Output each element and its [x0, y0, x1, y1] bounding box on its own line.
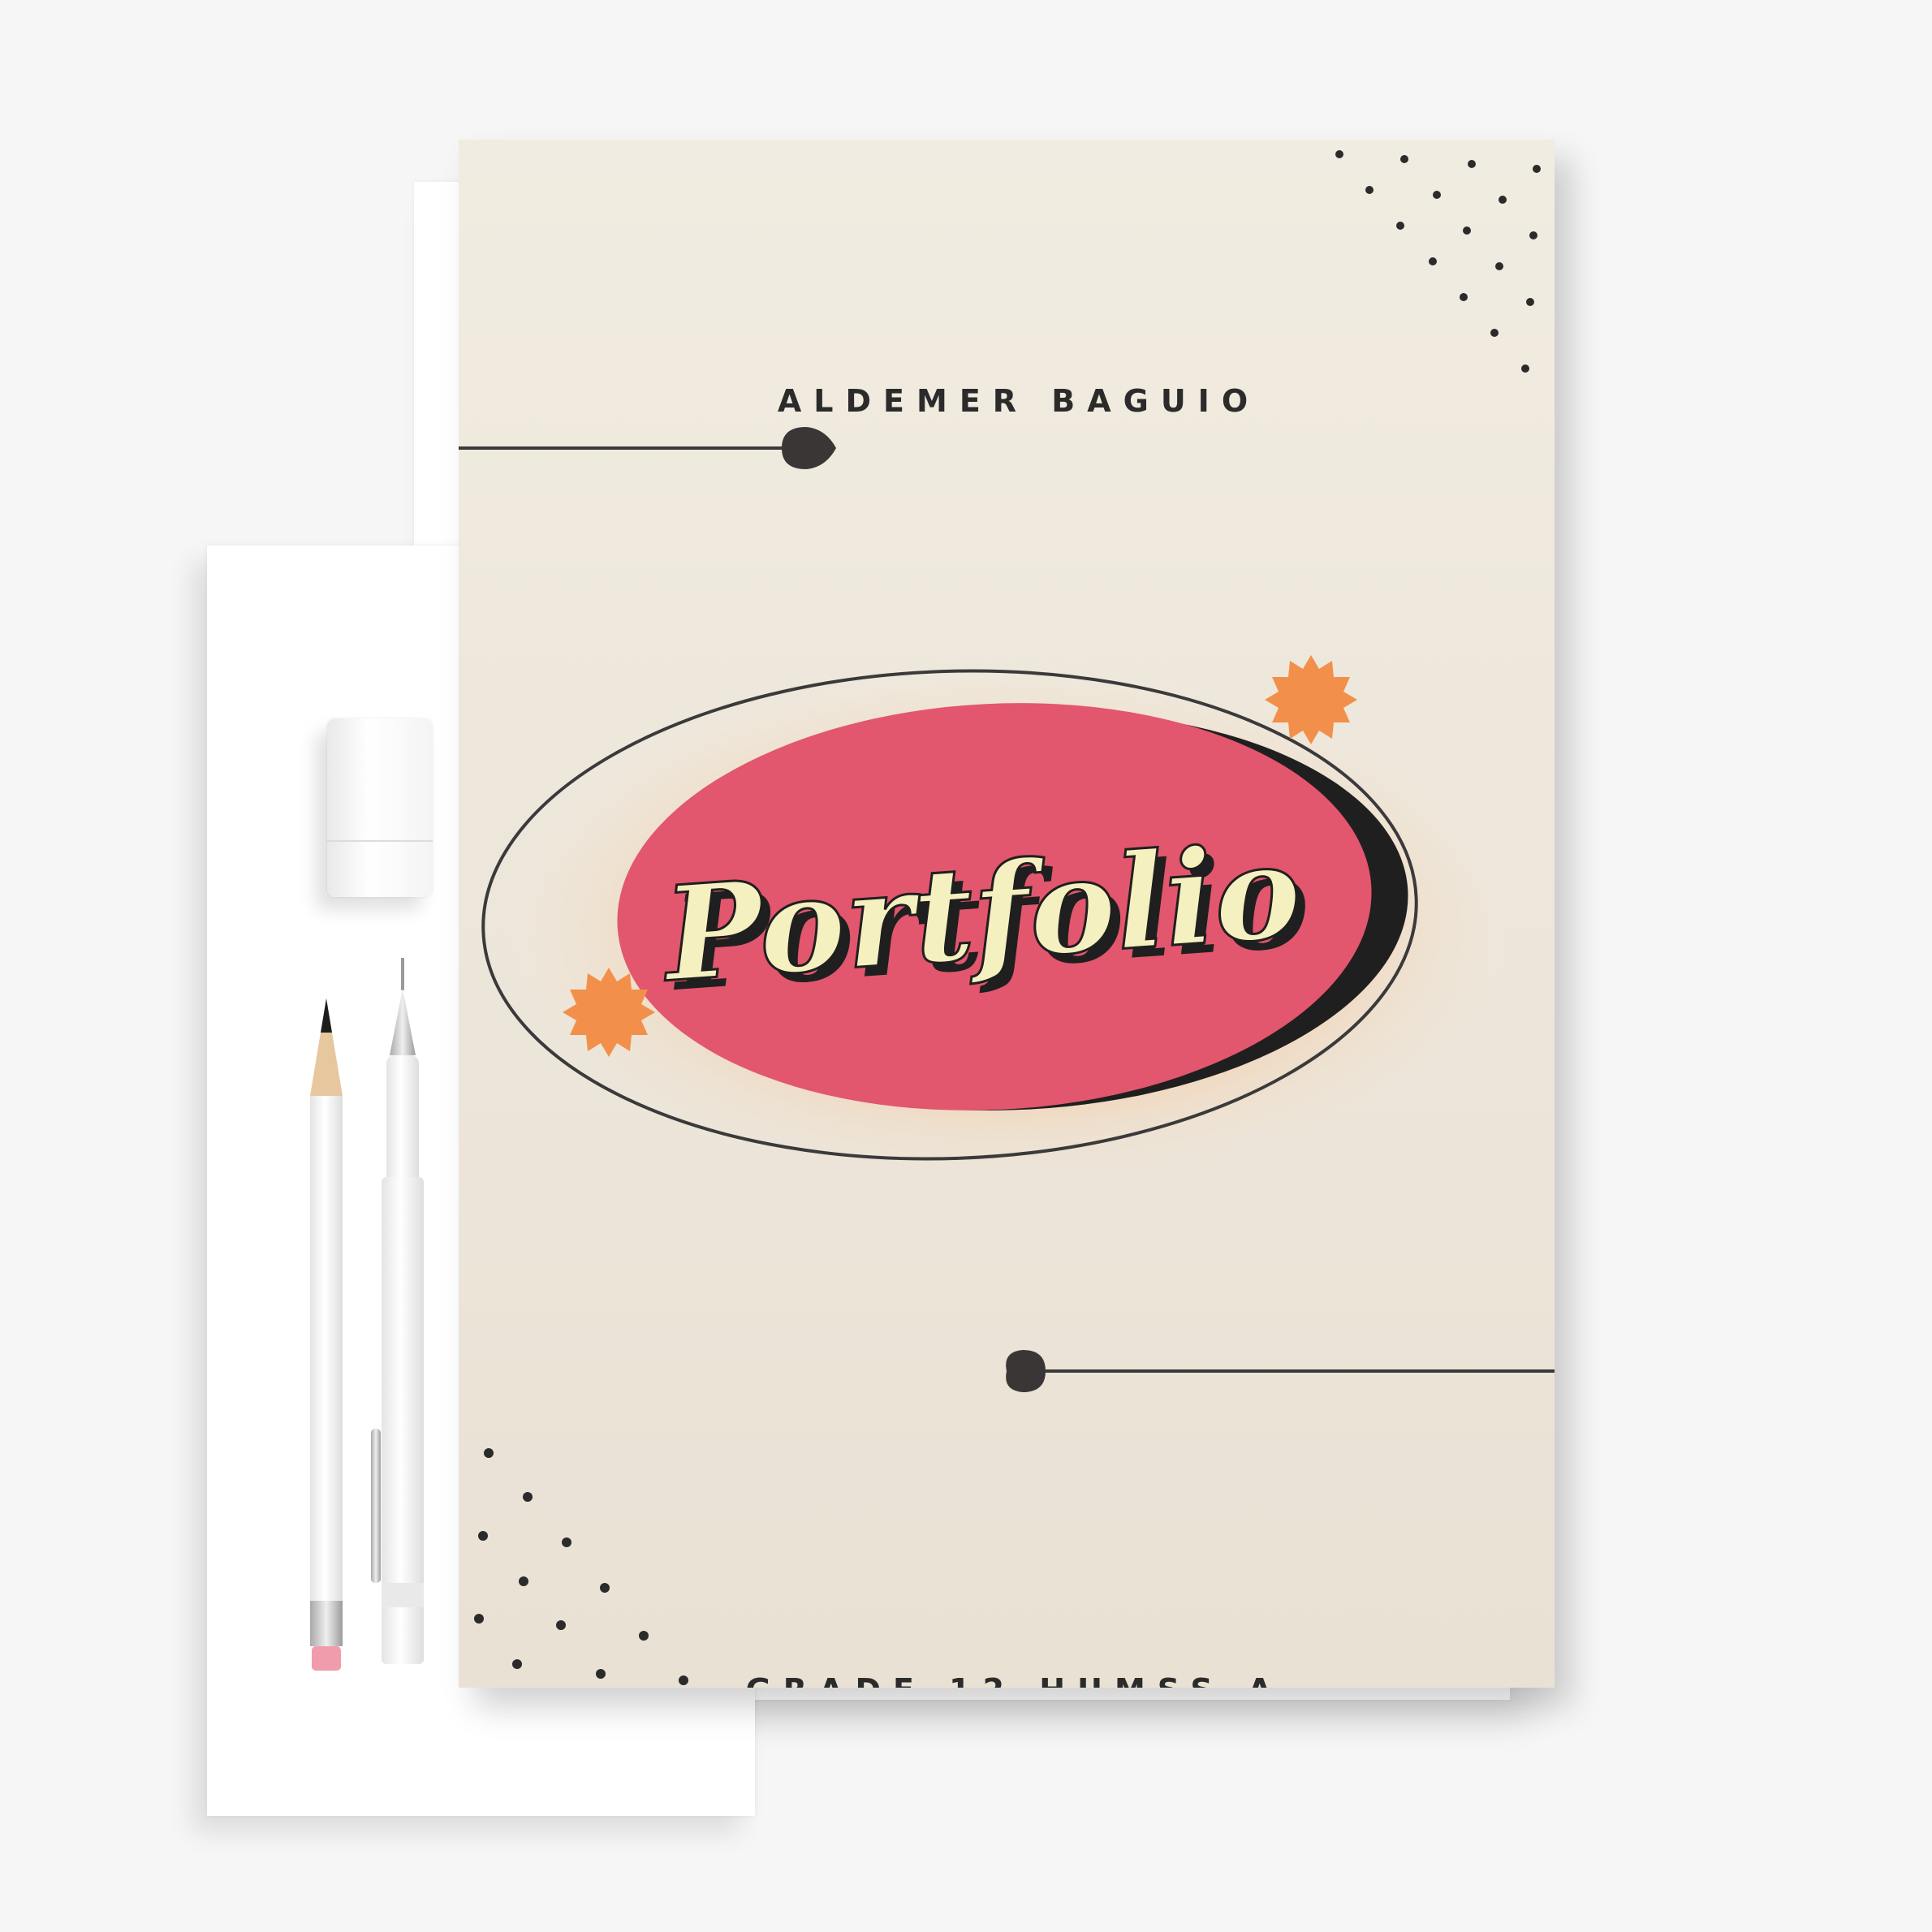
mockup-scene: Portfolio Portfolio ALDEMER BAGUIO GRADE…: [0, 0, 1932, 1932]
pencil: [310, 998, 343, 1671]
pencil-ferrule: [310, 1601, 343, 1646]
mech-pencil-cone: [390, 989, 416, 1055]
pencil-eraser-tip: [312, 1646, 341, 1671]
pencil-lead: [321, 998, 332, 1033]
dot-pattern-bottom-left: [474, 1448, 688, 1685]
pencil-body: [310, 1096, 343, 1615]
line-accent-bottom: [1006, 1350, 1555, 1392]
class-name: GRADE 12 HUMSS A: [459, 1672, 1555, 1688]
eraser-edge: [327, 840, 433, 842]
author-name: ALDEMER BAGUIO: [777, 383, 1261, 419]
mech-pencil-cap-band: [382, 1583, 424, 1607]
mech-pencil-tip: [401, 958, 404, 990]
cover-artwork: Portfolio Portfolio: [459, 150, 1555, 1685]
writing-tools: [310, 958, 424, 1671]
mech-pencil-grip: [386, 1055, 419, 1185]
mech-pencil-clip: [371, 1429, 381, 1583]
mechanical-pencil: [371, 958, 424, 1664]
portfolio-cover: Portfolio Portfolio ALDEMER BAGUIO GRADE…: [459, 140, 1555, 1688]
line-accent-top: [459, 427, 836, 469]
eraser: [327, 718, 433, 897]
dot-pattern-top-right: [1335, 150, 1541, 373]
